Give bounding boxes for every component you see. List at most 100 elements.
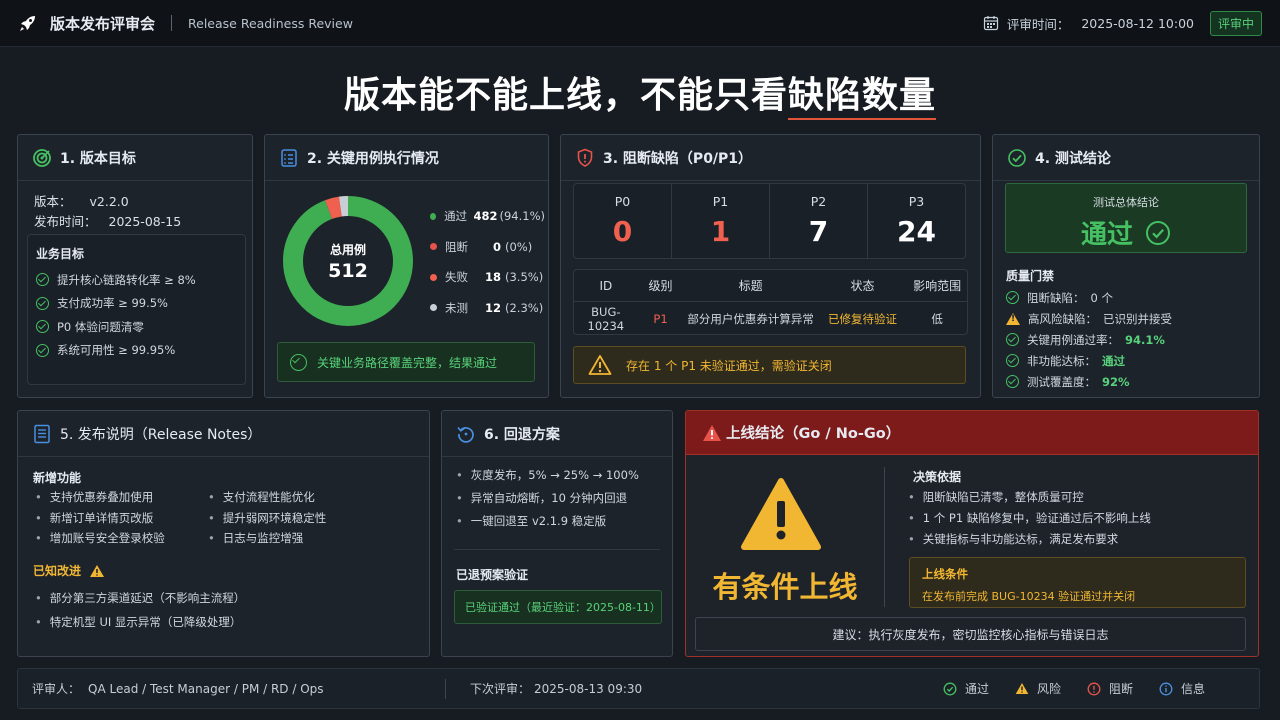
legend-count: 482 bbox=[473, 209, 498, 224]
document-icon bbox=[32, 424, 52, 444]
column-header[interactable]: 级别 bbox=[638, 277, 684, 294]
table-row[interactable]: BUG-10234 P1 部分用户优惠券计算异常 已修复待验证 低 bbox=[574, 302, 967, 335]
legend-pass-label: 通过 bbox=[965, 682, 990, 696]
rollback-card: 6. 回退方案 灰度发布，5% → 25% → 100%异常自动熔断，10 分钟… bbox=[441, 410, 673, 657]
app-subtitle: Release Readiness Review bbox=[188, 15, 353, 31]
blocker-table-header: ID 级别 标题 状态 影响范围 bbox=[574, 270, 967, 302]
version-row: 版本： v2.2.0 bbox=[34, 191, 236, 211]
go-nogo-title: 上线结论（Go / No-Go） bbox=[726, 426, 901, 442]
blockers-card-header: 3. 阻断缺陷（P0/P1） bbox=[561, 135, 980, 181]
advice-text: 建议：执行灰度发布，密切监控核心指标与错误日志 bbox=[832, 627, 1109, 642]
check-circle-icon bbox=[1007, 148, 1027, 168]
column-header[interactable]: 状态 bbox=[818, 277, 908, 294]
headline-highlight: 缺陷数量 bbox=[788, 75, 937, 116]
checklist-icon bbox=[279, 148, 299, 168]
go-nogo-verdict: 有条件上线 bbox=[712, 570, 858, 604]
rollback-divider bbox=[454, 549, 660, 550]
goal-card: 1. 版本目标 版本： v2.2.0 发布时间： 2025-08-15 业务目标… bbox=[17, 134, 253, 398]
execution-summary: 关键业务路径覆盖完整，结果通过 bbox=[277, 342, 535, 382]
decision-basis-list: 阻断缺陷已清零，整体质量可控1 个 P1 缺陷修复中，验证通过后不影响上线关键指… bbox=[908, 486, 1248, 549]
warning-icon bbox=[588, 354, 612, 376]
list-item: 灰度发布，5% → 25% → 100% bbox=[456, 464, 666, 487]
legend-info-icon bbox=[1159, 682, 1173, 696]
column-header[interactable]: ID bbox=[574, 279, 638, 293]
quality-gate-item: 关键用例通过率： 94.1% bbox=[1006, 329, 1251, 350]
list-item: 关键指标与非功能达标，满足发布要求 bbox=[908, 528, 1248, 549]
decision-basis-title: 决策依据 bbox=[913, 470, 962, 484]
list-item: 异常自动熔断，10 分钟内回退 bbox=[456, 487, 666, 510]
check-icon bbox=[36, 343, 49, 357]
execution-card-header: 2. 关键用例执行情况 bbox=[265, 135, 548, 181]
list-item: 部分第三方渠道延迟（不影响主流程） bbox=[35, 586, 415, 610]
legend-item: 通过 482 (94.1%) bbox=[430, 201, 545, 232]
list-item: 一键回退至 v2.1.9 稳定版 bbox=[456, 510, 666, 533]
list-item: 支持优惠券叠加使用 bbox=[35, 487, 210, 508]
legend-count: 0 bbox=[492, 239, 501, 254]
legend-name: 通过 bbox=[444, 209, 468, 224]
release-condition-text: 在发布前完成 BUG-10234 验证通过并关闭 bbox=[922, 590, 1136, 603]
goal-text: 提升核心链路转化率 ≥ 8% bbox=[57, 272, 196, 287]
legend-block-icon bbox=[1087, 682, 1101, 696]
donut-total-value: 512 bbox=[328, 260, 368, 282]
column-header[interactable]: 影响范围 bbox=[907, 277, 967, 294]
legend-percent: (0%) bbox=[505, 239, 533, 254]
priority-cell[interactable]: P1 1 bbox=[672, 184, 770, 258]
legend-pass-icon bbox=[943, 682, 957, 696]
priority-count: 1 bbox=[710, 215, 731, 248]
release-notes-title: 5. 发布说明（Release Notes） bbox=[60, 426, 262, 443]
gate-value: 94.1% bbox=[1125, 332, 1165, 347]
bug-id[interactable]: BUG-10234 bbox=[574, 305, 638, 333]
check-icon bbox=[36, 320, 49, 334]
overall-result-box: 测试总体结论 通过 bbox=[1005, 183, 1247, 253]
headline-text: 版本能不能上线，不能只看 bbox=[343, 75, 788, 116]
gate-label: 测试覆盖度： bbox=[1027, 374, 1096, 389]
summary-check-icon bbox=[290, 353, 307, 371]
calendar-icon bbox=[983, 15, 999, 31]
overall-result-value: 通过 bbox=[1080, 220, 1133, 250]
legend-dot bbox=[430, 243, 437, 251]
version-value: v2.2.0 bbox=[89, 194, 129, 209]
list-item: 提升弱网环境稳定性 bbox=[208, 508, 408, 529]
status-badge[interactable]: 评审中 bbox=[1209, 10, 1262, 36]
next-review-value: 2025-08-13 09:30 bbox=[534, 681, 643, 696]
release-date-label: 发布时间： bbox=[34, 214, 97, 229]
legend-dot bbox=[430, 273, 437, 281]
rollback-steps-list: 灰度发布，5% → 25% → 100%异常自动熔断，10 分钟内回退一键回退至… bbox=[456, 464, 666, 533]
list-item: P0 体验问题清零 bbox=[36, 315, 245, 339]
priority-cell[interactable]: P0 0 bbox=[574, 184, 672, 258]
goal-text: 系统可用性 ≥ 99.95% bbox=[57, 343, 176, 358]
priority-cell[interactable]: P3 24 bbox=[868, 184, 965, 258]
gate-label: 关键用例通过率： bbox=[1027, 332, 1119, 347]
app-title: 版本发布评审会 bbox=[50, 14, 156, 33]
release-condition-box: 上线条件 在发布前完成 BUG-10234 验证通过并关闭 bbox=[909, 557, 1246, 608]
rollback-verify-status: 已验证通过（最近验证：2025-08-11） bbox=[454, 590, 662, 624]
list-item: 提升核心链路转化率 ≥ 8% bbox=[36, 268, 245, 292]
priority-label: P3 bbox=[908, 194, 925, 209]
execution-card: 2. 关键用例执行情况 总用例 512 通过 482 (94.1%) 阻断 0 (0%) 失… bbox=[264, 134, 549, 398]
release-condition-title: 上线条件 bbox=[922, 567, 968, 581]
legend-item: 阻断 0 (0%) bbox=[430, 232, 545, 263]
gate-value: 已识别并接受 bbox=[1103, 311, 1172, 326]
warning-icon bbox=[89, 564, 105, 578]
list-item: 支付流程性能优化 bbox=[208, 487, 408, 508]
legend-name: 未测 bbox=[445, 300, 468, 315]
go-nogo-header: 上线结论（Go / No-Go） bbox=[686, 411, 1258, 455]
priority-count-grid: P0 0 P1 1 P2 7 P3 24 bbox=[573, 183, 966, 259]
features-list-left: 支持优惠券叠加使用新增订单详情页改版增加账号安全登录校验 bbox=[35, 487, 210, 549]
test-conclusion-card: 4. 测试结论 测试总体结论 通过 质量门禁 阻断缺陷： 0 个高风险缺陷： 已识别… bbox=[992, 134, 1260, 398]
priority-label: P0 bbox=[614, 194, 631, 209]
legend-info-label: 信息 bbox=[1181, 682, 1206, 696]
rollback-icon bbox=[456, 424, 476, 444]
footer-bar: 评审人： QA Lead / Test Manager / PM / RD / … bbox=[17, 668, 1260, 709]
execution-summary-text: 关键业务路径覆盖完整，结果通过 bbox=[317, 355, 498, 370]
priority-cell[interactable]: P2 7 bbox=[770, 184, 868, 258]
pass-check-icon bbox=[1145, 220, 1171, 246]
features-list-right: 支付流程性能优化提升弱网环境稳定性日志与监控增强 bbox=[208, 487, 408, 549]
blockers-card: 3. 阻断缺陷（P0/P1） P0 0 P1 1 P2 7 P3 24 ID 级别 标题 状态 影响范… bbox=[560, 134, 981, 398]
priority-count: 24 bbox=[897, 215, 936, 248]
business-goals-box: 业务目标 提升核心链路转化率 ≥ 8% 支付成功率 ≥ 99.5% P0 体验问题清… bbox=[27, 234, 246, 385]
goal-text: P0 体验问题清零 bbox=[57, 319, 144, 334]
known-issues-list: 部分第三方渠道延迟（不影响主流程）特定机型 UI 显示异常（已降级处理） bbox=[35, 586, 415, 634]
list-item: 新增订单详情页改版 bbox=[35, 508, 210, 529]
column-header[interactable]: 标题 bbox=[683, 277, 817, 294]
